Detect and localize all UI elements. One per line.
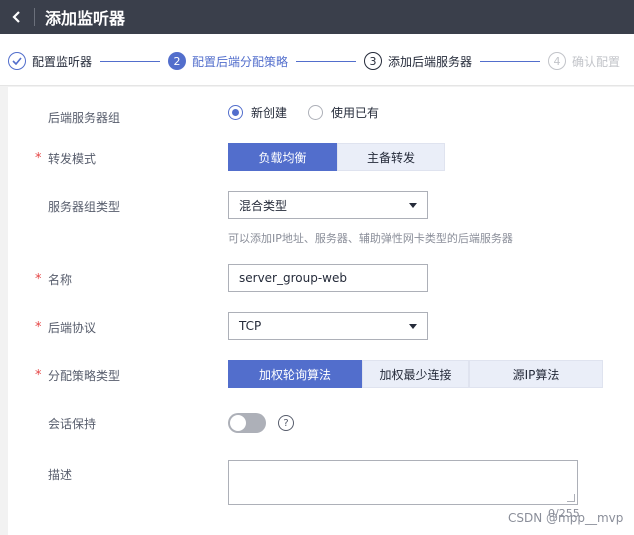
toggle-knob: [230, 415, 246, 431]
name-input[interactable]: server_group-web: [228, 264, 428, 292]
step-configure-listener[interactable]: 配置监听器: [8, 51, 92, 71]
caret-down-icon: [409, 203, 417, 208]
radio-use-existing[interactable]: 使用已有: [308, 104, 379, 121]
chevron-left-icon: [12, 11, 20, 23]
session-toggle[interactable]: [228, 413, 266, 433]
step-label: 确认配置: [572, 54, 621, 69]
radio-indicator: [228, 105, 243, 120]
protocol-select[interactable]: TCP: [228, 312, 428, 340]
algorithm-source-ip[interactable]: 源IP算法: [469, 360, 603, 388]
radio-create-new[interactable]: 新创建: [228, 104, 287, 121]
group-type-hint: 可以添加IP地址、服务器、辅助弹性网卡类型的后端服务器: [228, 232, 513, 245]
required-asterisk: *: [35, 368, 42, 383]
input-value: server_group-web: [239, 271, 347, 285]
backend-group-label: 后端服务器组: [48, 111, 121, 125]
header-divider: [34, 8, 35, 26]
step-label: 配置监听器: [32, 54, 93, 69]
select-value: 混合类型: [239, 198, 288, 213]
backend-policy-form: 后端服务器组 新创建 使用已有 * 转发模式 负载均衡 主备转发 服务器组类型 …: [8, 87, 634, 535]
group-type-select[interactable]: 混合类型: [228, 191, 428, 219]
stepper: 配置监听器 2 配置后端分配策略 3 添加后端服务器 4 确认配置: [0, 34, 634, 86]
forward-mode-active-standby[interactable]: 主备转发: [337, 143, 445, 171]
step-number: 4: [548, 52, 566, 70]
radio-label: 使用已有: [331, 106, 380, 120]
dialog-header: 添加监听器: [0, 0, 634, 34]
required-asterisk: *: [35, 151, 42, 166]
step-backend-policy[interactable]: 2 配置后端分配策略: [168, 51, 288, 71]
description-label: 描述: [48, 468, 73, 482]
watermark: CSDN @mpp__mvp: [508, 511, 624, 525]
required-asterisk: *: [35, 320, 42, 335]
protocol-label: 后端协议: [48, 321, 97, 335]
step-label: 配置后端分配策略: [192, 54, 289, 69]
step-connector: [480, 61, 540, 62]
help-icon[interactable]: ?: [278, 415, 294, 431]
step-confirm: 4 确认配置: [548, 51, 620, 71]
back-button[interactable]: [0, 0, 34, 34]
step-add-backend-servers[interactable]: 3 添加后端服务器: [364, 51, 472, 71]
algorithm-weighted-round-robin[interactable]: 加权轮询算法: [228, 360, 362, 388]
check-icon: [8, 52, 26, 70]
step-label: 添加后端服务器: [388, 54, 473, 69]
description-textarea[interactable]: [228, 460, 578, 505]
algorithm-weighted-least-connections[interactable]: 加权最少连接: [362, 360, 469, 388]
required-asterisk: *: [35, 272, 42, 287]
radio-indicator: [308, 105, 323, 120]
forward-mode-label: 转发模式: [48, 152, 97, 166]
caret-down-icon: [409, 324, 417, 329]
radio-label: 新创建: [251, 106, 288, 120]
group-type-label: 服务器组类型: [48, 200, 121, 214]
step-number: 2: [168, 52, 186, 70]
step-connector: [296, 61, 356, 62]
session-label: 会话保持: [48, 417, 97, 431]
algorithm-label: 分配策略类型: [48, 369, 121, 383]
select-value: TCP: [239, 319, 262, 333]
resize-handle-icon[interactable]: [567, 494, 575, 502]
page-title: 添加监听器: [45, 9, 126, 28]
forward-mode-load-balance[interactable]: 负载均衡: [228, 143, 337, 171]
name-label: 名称: [48, 273, 73, 287]
step-connector: [100, 61, 160, 62]
step-number: 3: [364, 52, 382, 70]
